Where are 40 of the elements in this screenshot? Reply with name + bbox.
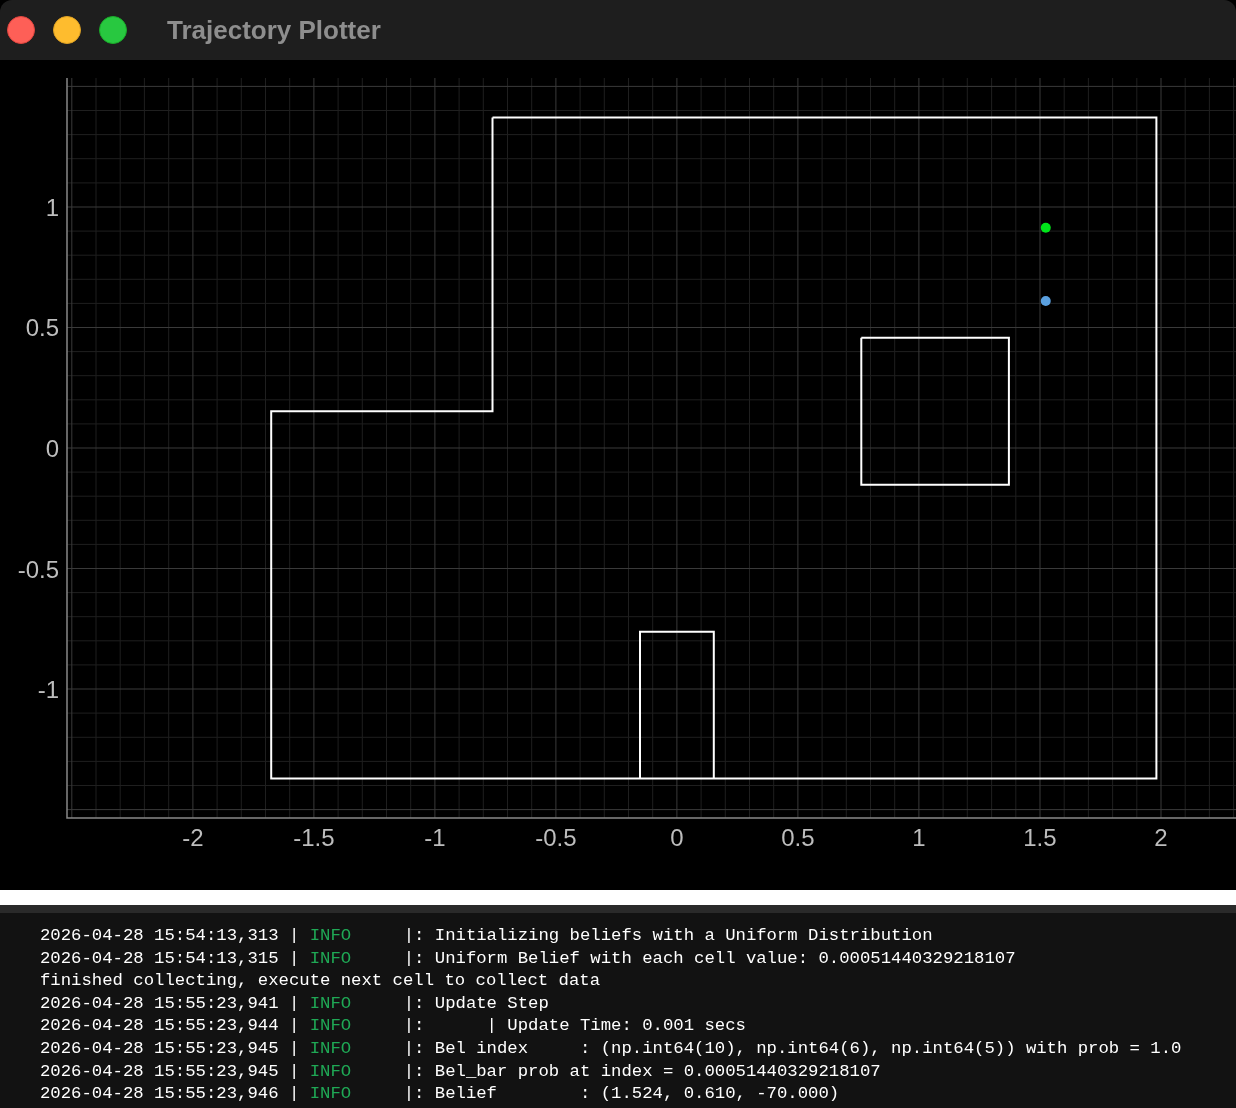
zoom-button[interactable] (99, 16, 127, 44)
x-tick-label: 0.5 (781, 824, 815, 851)
x-tick-label: 0 (670, 824, 684, 851)
log-level: INFO (309, 947, 353, 970)
x-tick-label: 1.5 (1023, 824, 1057, 851)
close-button[interactable] (7, 16, 35, 44)
log-timestamp: 2026-04-28 15:55:23,946 | (40, 1083, 300, 1106)
log-level: INFO (309, 1083, 353, 1106)
log-level: INFO (309, 1037, 353, 1060)
log-message: |: Belief : (1.524, 0.610, -70.000) (403, 1083, 840, 1106)
log-message: |: Initializing beliefs with a Uniform Distribution (403, 925, 933, 947)
x-tick-label: -1.5 (293, 824, 335, 851)
log-timestamp: 2026-04-28 15:55:23,945 | (40, 1037, 300, 1060)
y-tick-label: 0 (45, 435, 59, 462)
log-message: |: | Update Time: 0.001 secs (403, 1015, 746, 1038)
log-message: |: Bel index : (np.int64(10), np.int64(6), np.int64(5)) with prob = 1.0 (403, 1037, 1182, 1060)
x-tick-label: -2 (182, 824, 204, 851)
output-line: finished collecting, execute next cell to collect data (40, 970, 600, 993)
log-level: INFO (309, 1060, 353, 1083)
x-tick-label: 2 (1154, 824, 1168, 851)
log-message: |: Bel_bar prob at index = 0.00051440329218107 (403, 1060, 881, 1083)
log-message: |: Uniform Belief with each cell value: 0.00051440329218107 (403, 947, 1016, 970)
log-message: |: Update Step (403, 992, 549, 1015)
log-level: INFO (309, 992, 353, 1015)
log-timestamp: 2026-04-28 15:55:23,941 | (40, 992, 300, 1015)
window-title: Trajectory Plotter (167, 13, 381, 47)
x-tick-label: -1 (424, 824, 446, 851)
minimize-button[interactable] (53, 16, 81, 44)
log-timestamp: 2026-04-28 15:54:13,313 | (40, 925, 300, 947)
log-timestamp: 2026-04-28 15:54:13,315 | (40, 947, 300, 970)
log-level: INFO (309, 925, 353, 947)
y-tick-label: -0.5 (17, 555, 59, 583)
log-timestamp: 2026-04-28 15:55:23,944 | (40, 1015, 300, 1038)
y-tick-label: 1 (45, 193, 59, 221)
x-tick-label: -0.5 (535, 824, 577, 851)
y-tick-label: -1 (37, 676, 59, 704)
log-level: INFO (309, 1015, 353, 1038)
y-tick-label: 0.5 (25, 314, 59, 342)
x-tick-label: 1 (912, 824, 926, 851)
log-timestamp: 2026-04-28 15:55:23,945 | (40, 1060, 300, 1083)
